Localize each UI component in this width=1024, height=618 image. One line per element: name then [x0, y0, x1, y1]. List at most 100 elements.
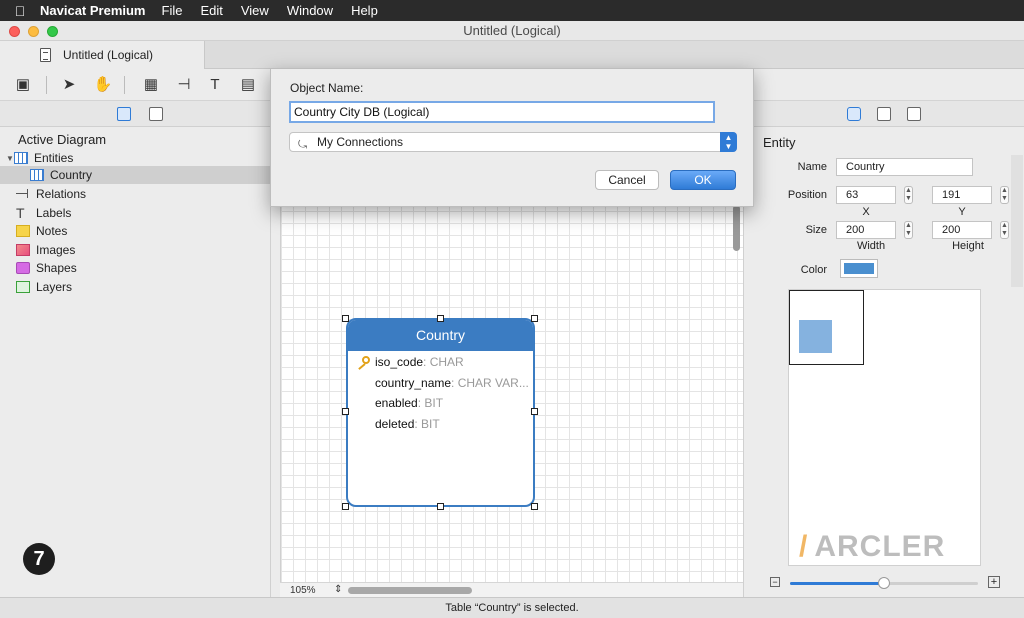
sidebar-item-label: Layers [36, 280, 73, 294]
inspector-title: Entity [763, 135, 796, 150]
field-type: : CHAR VAR... [451, 376, 529, 390]
toolbar-separator [46, 76, 47, 94]
overview-icon[interactable] [907, 107, 921, 121]
entity-field[interactable]: deleted: BIT [375, 417, 440, 431]
menu-window[interactable]: Window [287, 3, 333, 18]
diagram-preview[interactable]: / ARCLER [788, 289, 981, 566]
entity-field[interactable]: enabled: BIT [375, 396, 443, 410]
table-icon [14, 152, 28, 164]
resize-handle[interactable] [342, 408, 349, 415]
zoom-in-icon[interactable]: + [988, 576, 1000, 588]
table-icon [30, 169, 44, 181]
field-name: iso_code [375, 355, 424, 369]
name-field[interactable]: Country [836, 158, 973, 176]
resize-handle[interactable] [531, 503, 538, 510]
menu-file[interactable]: File [162, 3, 183, 18]
close-window-button[interactable] [9, 26, 20, 37]
pointer-icon[interactable]: ➤ [58, 75, 80, 95]
image-icon [16, 244, 30, 256]
new-table-icon[interactable]: ▦ [140, 75, 162, 95]
hand-icon[interactable]: ✋ [92, 75, 114, 95]
sidebar-item-entities[interactable]: ▼ Entities [0, 149, 271, 167]
sidebar-item-label: Country [50, 168, 93, 182]
sidebar-item-shapes[interactable]: Shapes [0, 259, 271, 277]
overview-icon[interactable] [149, 107, 163, 121]
object-name-label: Object Name: [290, 81, 364, 95]
cancel-button[interactable]: Cancel [595, 170, 659, 190]
entity-country[interactable]: Country iso_code: CHAR country_name: CHA… [346, 318, 535, 507]
field-type: : CHAR [423, 355, 464, 369]
menu-app-name[interactable]: Navicat Premium [40, 3, 146, 18]
resize-handle[interactable] [342, 503, 349, 510]
disclosure-triangle-icon[interactable]: ▼ [6, 154, 14, 163]
preview-zoom-slider[interactable] [790, 577, 978, 589]
resize-handle[interactable] [531, 315, 538, 322]
sidebar-item-images[interactable]: Images [0, 241, 271, 259]
entity-properties-icon[interactable] [847, 107, 861, 121]
select-arrows-icon: ▲ ▼ [720, 132, 737, 152]
color-well[interactable] [840, 259, 878, 278]
canvas-horizontal-scrollbar[interactable] [348, 587, 472, 594]
connection-select[interactable]: ⤿ My Connections ▲ ▼ [289, 132, 737, 152]
zoom-out-icon[interactable]: − [770, 577, 780, 587]
note-icon [16, 225, 30, 237]
sidebar-item-notes[interactable]: Notes [0, 222, 271, 240]
sidebar-item-label: Images [36, 243, 76, 257]
ok-button[interactable]: OK [670, 170, 736, 190]
position-y-stepper[interactable]: ▲ ▼ [1000, 186, 1009, 204]
position-x-field[interactable]: 63 [836, 186, 896, 204]
connection-plug-icon: ⤿ [298, 139, 308, 151]
entity-field[interactable]: country_name: CHAR VAR... [375, 376, 529, 390]
height-field[interactable]: 200 [932, 221, 992, 239]
size-label: Size [805, 224, 827, 236]
slider-fill [790, 582, 884, 585]
preview-icon[interactable] [877, 107, 891, 121]
entity-title: Country [348, 320, 533, 351]
resize-handle[interactable] [342, 315, 349, 322]
width-field[interactable]: 200 [836, 221, 896, 239]
menu-view[interactable]: View [241, 3, 269, 18]
inspector-panel: Entity Name Country Position 63 ▲ ▼ 191 ▲… [743, 127, 1024, 597]
step-number-badge: 7 [23, 543, 55, 575]
height-stepper[interactable]: ▲ ▼ [1000, 221, 1009, 239]
canvas-vertical-scrollbar[interactable] [733, 205, 740, 251]
sidebar-item-label: Relations [36, 187, 87, 201]
minimize-window-button[interactable] [28, 26, 39, 37]
menu-edit[interactable]: Edit [200, 3, 222, 18]
height-caption: Height [952, 240, 984, 252]
sidebar-item-label: Labels [36, 206, 72, 220]
inspector-scrollbar[interactable] [1011, 155, 1023, 287]
diagram-view-icon[interactable] [117, 107, 131, 121]
shape-icon [16, 262, 30, 274]
width-stepper[interactable]: ▲ ▼ [904, 221, 913, 239]
slider-knob[interactable] [878, 577, 890, 589]
object-name-input[interactable]: Country City DB (Logical) [289, 101, 715, 123]
resize-handle[interactable] [437, 503, 444, 510]
resize-handle[interactable] [531, 408, 538, 415]
sidebar-item-relations[interactable]: Relations [0, 185, 271, 203]
sidebar: Active Diagram ▼ Entities Country Relati… [0, 127, 271, 597]
sidebar-item-country[interactable]: Country [0, 166, 271, 184]
preview-entity-thumbnail [799, 320, 832, 353]
sidebar-item-layers[interactable]: Layers [0, 278, 271, 296]
new-relation-icon[interactable]: ⊣ [173, 75, 195, 95]
new-note-icon[interactable]: ▤ [237, 75, 259, 95]
entity-field[interactable]: iso_code: CHAR [375, 355, 464, 369]
zoom-stepper-icon[interactable]: ⇕ [334, 584, 342, 595]
resize-handle[interactable] [437, 315, 444, 322]
object-name-dialog: Object Name: Country City DB (Logical) ⤿… [270, 68, 754, 207]
sidebar-title: Active Diagram [18, 132, 107, 147]
tab-untitled-logical[interactable]: Untitled (Logical) [0, 41, 205, 69]
menu-help[interactable]: Help [351, 3, 378, 18]
sidebar-item-labels[interactable]: T Labels [0, 204, 271, 222]
save-icon[interactable]: ▣ [12, 75, 34, 95]
sidebar-item-label: Shapes [36, 261, 77, 275]
apple-icon[interactable]:  [0, 3, 40, 19]
window-titlebar: Untitled (Logical) [0, 21, 1024, 41]
new-label-icon[interactable]: T [204, 75, 226, 95]
position-x-stepper[interactable]: ▲ ▼ [904, 186, 913, 204]
field-name: enabled [375, 396, 418, 410]
position-y-field[interactable]: 191 [932, 186, 992, 204]
maximize-window-button[interactable] [47, 26, 58, 37]
status-bar: Table “Country” is selected. [0, 597, 1024, 618]
